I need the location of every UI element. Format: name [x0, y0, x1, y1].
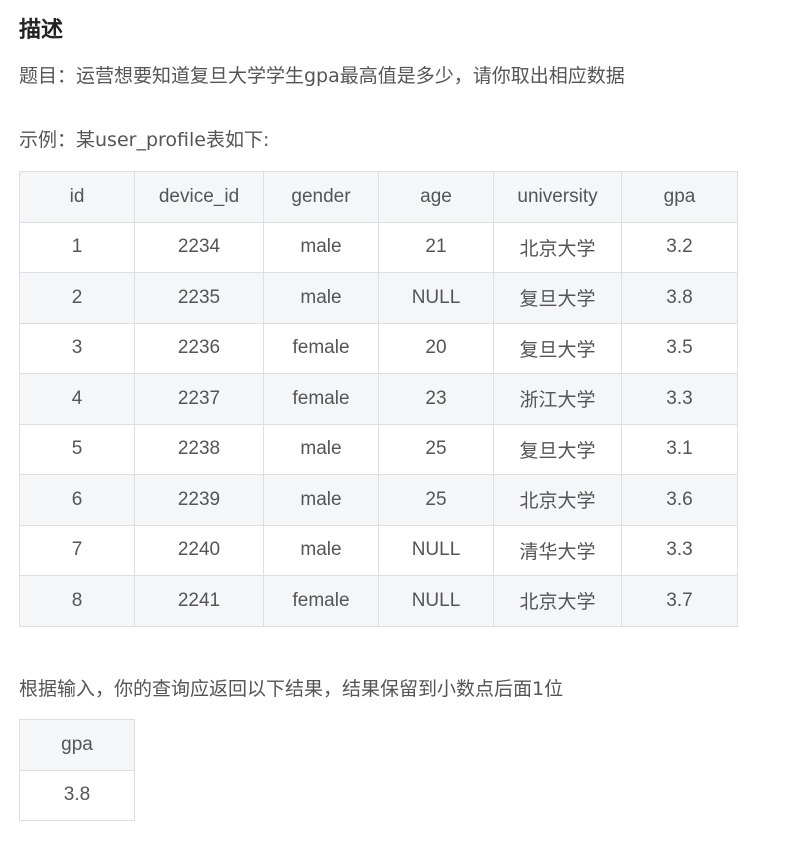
cell-university: 北京大学 — [493, 474, 622, 526]
cell-age: 23 — [378, 373, 494, 425]
cell-gender: female — [263, 575, 379, 627]
cell-gpa: 3.2 — [621, 221, 738, 273]
cell-gpa: 3.8 — [19, 769, 135, 821]
cell-gpa: 3.8 — [621, 272, 738, 324]
column-header-gender: gender — [263, 171, 379, 223]
cell-id: 5 — [19, 423, 135, 475]
cell-gpa: 3.5 — [621, 322, 738, 374]
cell-age: 21 — [378, 221, 494, 273]
cell-university: 浙江大学 — [493, 373, 622, 425]
cell-university: 北京大学 — [493, 221, 622, 273]
column-header-gpa: gpa — [19, 719, 135, 771]
table-row: 1 2234 male 21 北京大学 3.2 — [19, 221, 738, 273]
cell-device-id: 2241 — [134, 575, 264, 627]
column-header-id: id — [19, 171, 135, 223]
cell-gpa: 3.6 — [621, 474, 738, 526]
user-profile-table: id device_id gender age university gpa 1… — [19, 171, 738, 627]
table-header-row: id device_id gender age university gpa — [19, 171, 738, 223]
cell-age: 25 — [378, 474, 494, 526]
column-header-device-id: device_id — [134, 171, 264, 223]
result-intro-text: 根据输入，你的查询应返回以下结果，结果保留到小数点后面1位 — [19, 678, 564, 700]
cell-device-id: 2238 — [134, 423, 264, 475]
cell-id: 3 — [19, 322, 135, 374]
cell-gender: male — [263, 474, 379, 526]
cell-university: 北京大学 — [493, 575, 622, 627]
cell-id: 8 — [19, 575, 135, 627]
table-row: 8 2241 female NULL 北京大学 3.7 — [19, 575, 738, 627]
table-row: 6 2239 male 25 北京大学 3.6 — [19, 474, 738, 526]
table-header-row: gpa — [19, 719, 135, 771]
cell-age: 20 — [378, 322, 494, 374]
cell-id: 1 — [19, 221, 135, 273]
cell-gpa: 3.1 — [621, 423, 738, 475]
table-row: 4 2237 female 23 浙江大学 3.3 — [19, 373, 738, 425]
cell-university: 复旦大学 — [493, 322, 622, 374]
column-header-gpa: gpa — [621, 171, 738, 223]
cell-gpa: 3.7 — [621, 575, 738, 627]
cell-university: 复旦大学 — [493, 272, 622, 324]
section-heading: 描述 — [19, 18, 64, 43]
table-row: 3.8 — [19, 769, 135, 821]
cell-gender: male — [263, 221, 379, 273]
cell-id: 4 — [19, 373, 135, 425]
cell-university: 清华大学 — [493, 524, 622, 576]
table-row: 5 2238 male 25 复旦大学 3.1 — [19, 423, 738, 475]
cell-id: 6 — [19, 474, 135, 526]
cell-age: NULL — [378, 575, 494, 627]
cell-device-id: 2235 — [134, 272, 264, 324]
column-header-university: university — [493, 171, 622, 223]
result-table: gpa 3.8 — [19, 719, 135, 821]
cell-gpa: 3.3 — [621, 373, 738, 425]
cell-id: 7 — [19, 524, 135, 576]
cell-device-id: 2236 — [134, 322, 264, 374]
cell-gender: female — [263, 373, 379, 425]
cell-gender: male — [263, 272, 379, 324]
cell-gender: female — [263, 322, 379, 374]
cell-gender: male — [263, 423, 379, 475]
cell-university: 复旦大学 — [493, 423, 622, 475]
cell-age: 25 — [378, 423, 494, 475]
cell-device-id: 2234 — [134, 221, 264, 273]
question-text: 题目：运营想要知道复旦大学学生gpa最高值是多少，请你取出相应数据 — [19, 65, 625, 87]
table-row: 2 2235 male NULL 复旦大学 3.8 — [19, 272, 738, 324]
cell-age: NULL — [378, 272, 494, 324]
table-row: 3 2236 female 20 复旦大学 3.5 — [19, 322, 738, 374]
cell-id: 2 — [19, 272, 135, 324]
cell-gpa: 3.3 — [621, 524, 738, 576]
cell-device-id: 2237 — [134, 373, 264, 425]
cell-device-id: 2240 — [134, 524, 264, 576]
column-header-age: age — [378, 171, 494, 223]
example-intro-text: 示例：某user_profile表如下: — [19, 129, 270, 151]
table-row: 7 2240 male NULL 清华大学 3.3 — [19, 524, 738, 576]
cell-age: NULL — [378, 524, 494, 576]
cell-device-id: 2239 — [134, 474, 264, 526]
cell-gender: male — [263, 524, 379, 576]
